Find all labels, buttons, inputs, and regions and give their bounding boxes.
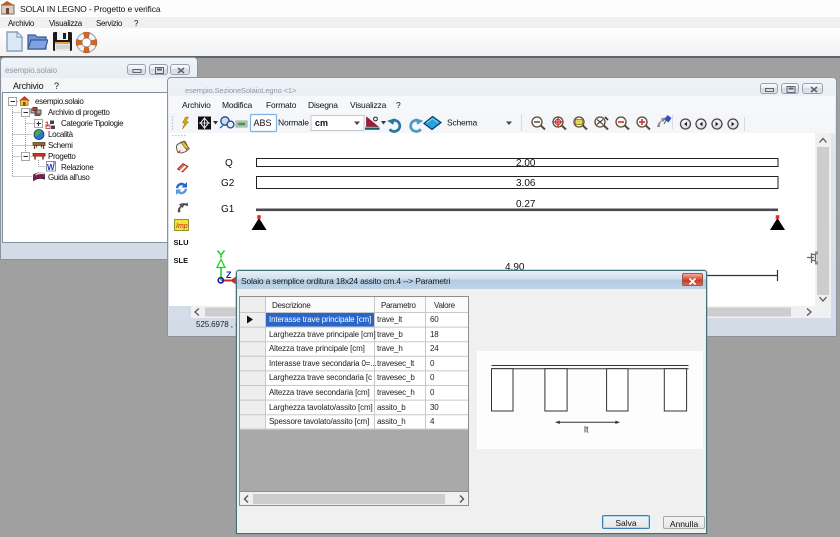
svg-text:3.06: 3.06	[516, 178, 536, 189]
svg-text:Schema: Schema	[447, 118, 477, 128]
svg-text:lt: lt	[584, 425, 589, 435]
svg-text:SLU: SLU	[174, 238, 189, 247]
svg-text:2.00: 2.00	[516, 158, 536, 169]
svg-text:Z: Z	[226, 270, 232, 280]
svg-text:G2: G2	[221, 178, 235, 189]
svg-text:0.27: 0.27	[516, 199, 536, 210]
svg-text:SLE: SLE	[174, 256, 189, 265]
svg-text:Q: Q	[225, 158, 233, 169]
svg-text:cm: cm	[315, 118, 328, 128]
svg-text:G1: G1	[221, 204, 235, 215]
svg-text:Imp: Imp	[176, 223, 188, 230]
svg-text:W: W	[47, 163, 55, 172]
svg-text:Normale: Normale	[278, 118, 309, 128]
svg-text:ABS: ABS	[254, 118, 272, 128]
